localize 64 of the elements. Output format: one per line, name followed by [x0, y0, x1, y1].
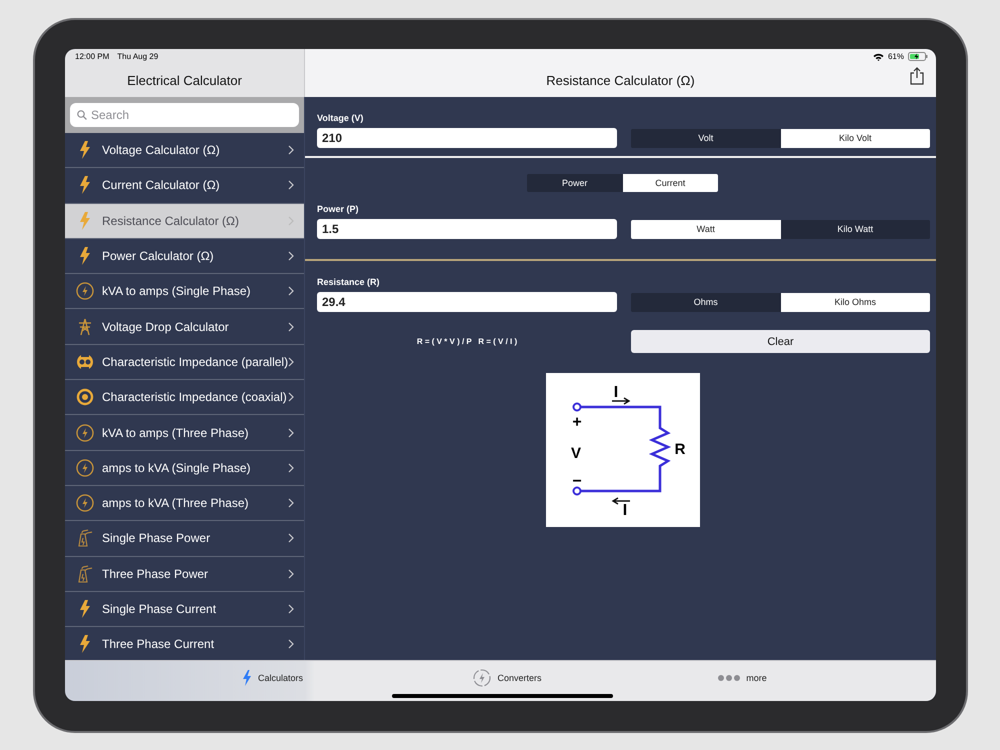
tab-bar-item[interactable]: more — [625, 661, 860, 701]
clear-button[interactable]: Clear — [631, 330, 930, 353]
lightning-icon — [242, 670, 252, 686]
chevron-icon — [288, 392, 294, 402]
chevron-icon — [288, 180, 294, 190]
sidebar-item[interactable]: Three Phase Power — [65, 556, 304, 592]
battery-percent: 61% — [888, 52, 904, 61]
target-icon — [75, 388, 95, 406]
formula-text: R = ( V * V ) / P R = ( V / I ) — [416, 337, 518, 346]
circled-lightning-icon — [75, 458, 95, 477]
chevron-icon — [288, 428, 294, 438]
chevron-icon — [288, 498, 294, 508]
field-label: Voltage (V) — [317, 112, 364, 125]
chevron-icon — [288, 604, 294, 614]
chevron-icon — [288, 639, 294, 650]
segment-option[interactable]: Kilo Volt — [780, 128, 930, 148]
chevron-icon — [288, 322, 294, 332]
segment-option[interactable]: Current — [622, 174, 718, 192]
search-field[interactable]: Search — [70, 103, 299, 127]
sidebar-item[interactable]: kVA to amps (Three Phase) — [65, 415, 304, 451]
circled-lightning-icon — [75, 282, 95, 300]
sidebar-item[interactable]: Single Phase Power — [65, 521, 304, 557]
circuit-diagram-drawing: I I + − V R — [546, 373, 700, 527]
segment-option[interactable]: Kilo Watt — [780, 220, 930, 238]
sidebar-item[interactable]: Power Calculator (Ω) — [65, 238, 304, 274]
sidebar-item[interactable]: amps to kVA (Three Phase) — [65, 486, 304, 522]
circled-lightning-icon — [75, 424, 95, 442]
circled-lightning-icon — [473, 669, 492, 687]
chevron-icon — [288, 145, 294, 156]
sidebar-item[interactable]: Resistance Calculator (Ω) — [65, 204, 304, 239]
sidebar-item[interactable]: Characteristic Impedance (parallel) — [65, 344, 304, 380]
battery-icon — [908, 52, 928, 61]
split-circle-icon — [75, 352, 95, 371]
input-field[interactable]: 29.4 — [317, 292, 617, 312]
search-icon — [77, 110, 87, 120]
tab-bar-item[interactable]: Calculators — [155, 661, 390, 701]
share-icon[interactable] — [910, 67, 924, 85]
circled-lightning-icon — [75, 494, 95, 512]
segment-option[interactable]: Watt — [631, 220, 780, 238]
chevron-icon — [288, 533, 294, 544]
sidebar-item[interactable]: Voltage Drop Calculator — [65, 309, 304, 345]
input-field[interactable]: 1.5 — [317, 219, 617, 239]
more-icon — [718, 675, 740, 681]
chevron-icon — [288, 286, 294, 296]
status-date: Thu Aug 29 — [117, 52, 158, 61]
sidebar-item[interactable]: Characteristic Impedance (coaxial) — [65, 380, 304, 416]
sidebar-item[interactable]: kVA to amps (Single Phase) — [65, 274, 304, 310]
chevron-icon — [288, 462, 294, 473]
sidebar-item[interactable]: Voltage Calculator (Ω) — [65, 133, 304, 168]
segment-option[interactable]: Kilo Ohms — [780, 292, 930, 312]
page-title: Resistance Calculator (Ω) — [546, 73, 695, 88]
chevron-icon — [288, 251, 294, 262]
chevron-icon — [288, 356, 294, 367]
chevron-icon — [288, 216, 294, 226]
sidebar-item[interactable]: Single Phase Current — [65, 592, 304, 628]
field-label: Resistance (R) — [317, 276, 381, 289]
chevron-icon — [288, 568, 294, 579]
sidebar-item[interactable]: amps to kVA (Single Phase) — [65, 450, 304, 486]
status-time: 12:00 PM — [75, 52, 110, 61]
tab-bar-item[interactable]: Converters — [390, 661, 625, 701]
input-field[interactable]: 210 — [317, 128, 617, 148]
field-label: Power (P) — [317, 203, 360, 216]
sidebar-title: Electrical Calculator — [126, 72, 243, 88]
wifi-icon — [872, 52, 884, 60]
